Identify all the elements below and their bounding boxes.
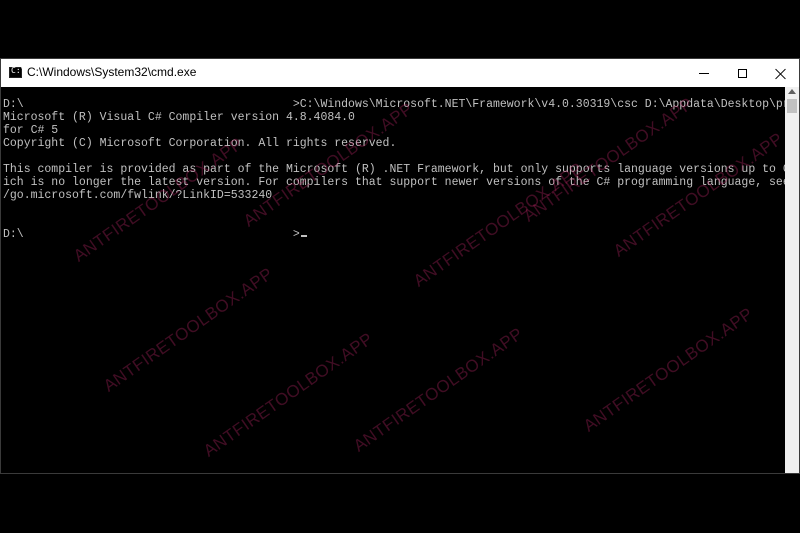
- console-line: This compiler is provided as part of the…: [3, 163, 787, 176]
- console-output[interactable]: D:\ >C:\Windows\Microsoft.NET\Framework\…: [1, 93, 787, 473]
- console-line: Copyright (C) Microsoft Corporation. All…: [3, 137, 397, 150]
- prompt-text: D:\ >: [3, 228, 300, 241]
- cmd-icon: C:\: [9, 66, 25, 78]
- scrollbar-thumb[interactable]: [787, 99, 797, 113]
- scroll-up-arrow-icon[interactable]: [788, 89, 796, 94]
- console-line: Microsoft (R) Visual C# Compiler version…: [3, 111, 355, 124]
- maximize-icon: [737, 68, 747, 78]
- minimize-icon: [699, 72, 709, 74]
- console-line: D:\ >C:\Windows\Microsoft.NET\Framework\…: [3, 98, 787, 111]
- cmd-window: C:\ C:\Windows\System32\cmd.exe D:\ >C:\…: [0, 58, 800, 474]
- close-button[interactable]: [761, 59, 799, 87]
- window-title: C:\Windows\System32\cmd.exe: [27, 65, 197, 79]
- command-prompt[interactable]: D:\ >: [3, 228, 307, 241]
- vertical-scrollbar[interactable]: [785, 87, 799, 473]
- minimize-button[interactable]: [685, 59, 723, 87]
- console-line: /go.microsoft.com/fwlink/?LinkID=533240: [3, 189, 273, 202]
- text-cursor: [300, 235, 307, 237]
- console-line: for C# 5: [3, 124, 59, 137]
- console-line: ich is no longer the latest version. For…: [3, 176, 787, 189]
- maximize-button[interactable]: [723, 59, 761, 87]
- title-bar[interactable]: C:\ C:\Windows\System32\cmd.exe: [1, 59, 799, 87]
- close-icon: [775, 68, 786, 79]
